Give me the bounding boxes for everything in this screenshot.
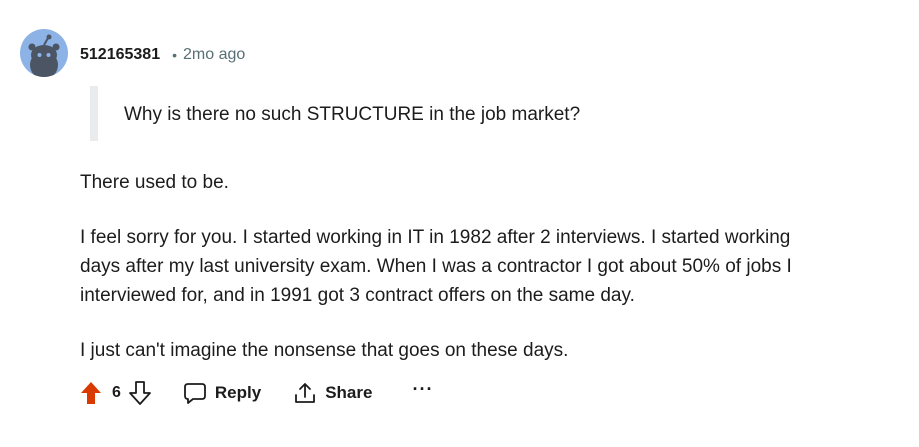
comment-paragraph: I feel sorry for you. I started working … [80, 223, 792, 310]
meta-separator: • [172, 47, 177, 63]
upvote-arrow-icon [81, 382, 101, 404]
paragraph-line: I just can't imagine the nonsense that g… [80, 340, 569, 361]
reply-label: Reply [214, 383, 262, 402]
comment-paragraph: There used to be. [80, 168, 229, 197]
reply-button[interactable]: Reply [183, 381, 261, 405]
share-button[interactable]: Share [293, 381, 372, 405]
paragraph-line: days after my last university exam. When… [80, 256, 792, 277]
comment-action-bar: 6 Reply Share ··· [80, 376, 433, 410]
quote-text: Why is there no such STRUCTURE in the jo… [124, 104, 581, 125]
downvote-button[interactable] [129, 381, 151, 405]
comment-timestamp[interactable]: 2mo ago [183, 46, 245, 64]
upvote-button[interactable] [80, 381, 102, 405]
reply-bubble-icon [184, 383, 206, 404]
vote-score: 6 [112, 384, 121, 401]
comment-header: 512165381 • 2mo ago [80, 44, 245, 66]
downvote-arrow-icon [129, 381, 151, 405]
username-link[interactable]: 512165381 [80, 46, 160, 64]
paragraph-line: There used to be. [80, 172, 229, 193]
blockquote: Why is there no such STRUCTURE in the jo… [90, 86, 740, 141]
user-avatar[interactable] [20, 29, 68, 77]
snoo-avatar-icon [28, 34, 60, 77]
paragraph-line: I feel sorry for you. I started working … [80, 227, 791, 248]
more-options-icon[interactable]: ··· [412, 380, 433, 398]
vote-controls: 6 [80, 381, 151, 405]
comment-paragraph: I just can't imagine the nonsense that g… [80, 336, 568, 365]
paragraph-line: interviewed for, and in 1991 got 3 contr… [80, 285, 635, 306]
share-arrow-icon [295, 383, 316, 403]
share-label: Share [325, 383, 373, 402]
